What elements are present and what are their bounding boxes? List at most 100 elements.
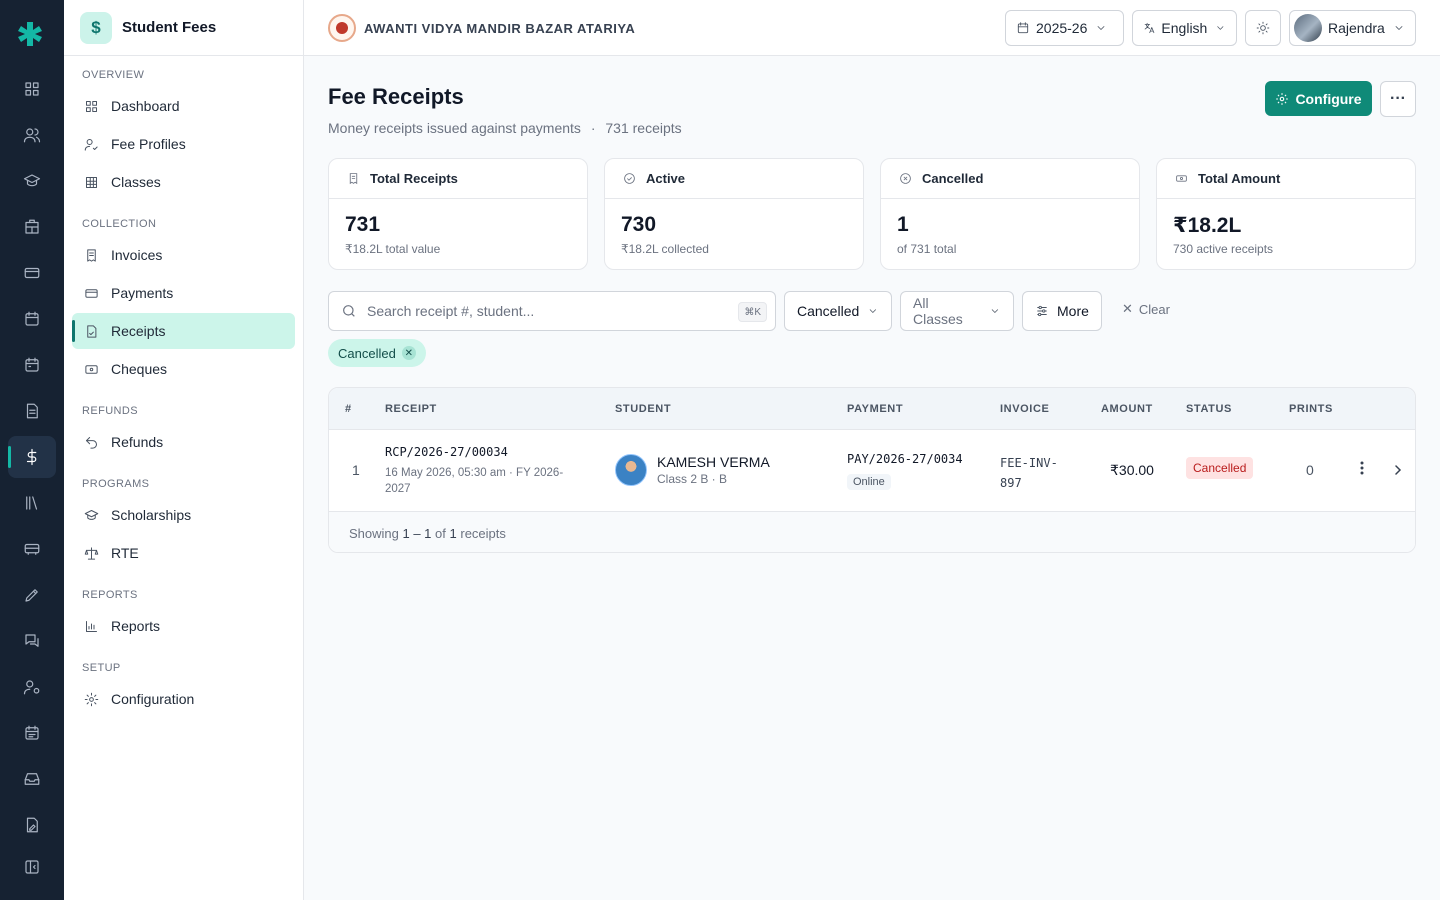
column-header-payment[interactable]: PAYMENT (847, 403, 903, 415)
section-overview: OVERVIEW (82, 69, 145, 81)
rail-graduation-icon[interactable] (8, 160, 56, 202)
sidebar-item-rte[interactable]: RTE (72, 535, 295, 571)
receipts-table: # RECEIPT STUDENT PAYMENT INVOICE AMOUNT… (328, 387, 1416, 553)
rail-fees-icon[interactable] (8, 436, 56, 478)
language-selector[interactable]: English (1132, 10, 1237, 46)
close-icon: ✕ (1122, 301, 1133, 316)
sidebar-item-classes[interactable]: Classes (72, 164, 295, 200)
sidebar-item-label: Refunds (111, 434, 164, 450)
sidebar-item-configuration[interactable]: Configuration (72, 681, 295, 717)
column-header-student[interactable]: STUDENT (615, 403, 671, 415)
rail-users-icon[interactable] (8, 114, 56, 156)
class-filter-value: All Classes (913, 295, 963, 327)
table-footer: Showing 1 – 1 of 1 receipts (329, 512, 1415, 552)
grid-icon (86, 176, 97, 188)
theme-toggle[interactable] (1245, 10, 1281, 46)
user-menu[interactable]: Rajendra (1289, 10, 1416, 46)
sidebar-item-refunds[interactable]: Refunds (72, 424, 295, 460)
chevron-down-icon (991, 309, 999, 314)
search-icon (343, 305, 355, 317)
sidebar-item-cheques[interactable]: Cheques (72, 351, 295, 387)
rail-calendar-2-icon[interactable] (8, 344, 56, 386)
class-filter[interactable]: All Classes (900, 291, 1014, 331)
sidebar-item-invoices[interactable]: Invoices (72, 237, 295, 273)
table-header: # RECEIPT STUDENT PAYMENT INVOICE AMOUNT… (329, 388, 1415, 430)
bar-chart-icon (86, 620, 97, 632)
invoice-line: FEE-INV- (1000, 456, 1058, 470)
rail-inbox-icon[interactable] (8, 758, 56, 800)
invoice-number[interactable]: FEE-INV- 897 (1000, 453, 1058, 493)
section-refunds: REFUNDS (82, 405, 138, 417)
clear-filters-button[interactable]: ✕ Clear (1122, 301, 1170, 317)
rail-user-settings-icon[interactable] (8, 666, 56, 708)
column-header-status[interactable]: STATUS (1186, 403, 1232, 415)
rail-calendar-icon[interactable] (8, 298, 56, 340)
dollar-icon: $ (80, 11, 112, 44)
sidebar-item-receipts[interactable]: Receipts (72, 313, 295, 349)
year-selector[interactable]: 2025-26 (1005, 10, 1124, 46)
status-filter[interactable]: Cancelled (784, 291, 892, 331)
stat-label: Cancelled (922, 171, 984, 186)
rail-card-icon[interactable] (8, 252, 56, 294)
rail-library-icon[interactable] (8, 482, 56, 524)
receipt-icon (349, 173, 358, 185)
stat-label: Total Receipts (370, 171, 458, 186)
rail-building-icon[interactable] (8, 206, 56, 248)
payment-number[interactable]: PAY/2026-27/0034 (847, 452, 963, 466)
chevron-right-icon[interactable] (1393, 463, 1403, 481)
row-actions-kebab-icon[interactable] (1359, 460, 1365, 481)
table-row[interactable]: 1 RCP/2026-27/00034 16 May 2026, 05:30 a… (329, 430, 1415, 512)
stat-note: ₹18.2L collected (621, 242, 709, 256)
banknote-icon (1176, 175, 1187, 182)
rail-messages-icon[interactable] (8, 620, 56, 662)
sidebar-item-label: Classes (111, 174, 161, 190)
rail-collapse-icon[interactable] (8, 846, 56, 888)
more-horizontal-icon: ··· (1390, 90, 1406, 107)
section-setup: SETUP (82, 662, 121, 674)
user-check-icon (84, 138, 98, 151)
student-cell[interactable]: KAMESH VERMA Class 2 B · B (615, 454, 770, 486)
sidebar-item-dashboard[interactable]: Dashboard (72, 88, 295, 124)
rail-document-icon[interactable] (8, 390, 56, 432)
sidebar-item-payments[interactable]: Payments (72, 275, 295, 311)
column-header-receipt[interactable]: RECEIPT (385, 403, 437, 415)
school-logo (328, 14, 356, 42)
rail-schedule-icon[interactable] (8, 712, 56, 754)
column-header-amount[interactable]: AMOUNT (1101, 403, 1153, 415)
footer-total: 1 (449, 525, 457, 541)
section-programs: PROGRAMS (82, 478, 150, 490)
sidebar-item-label: Reports (111, 618, 161, 634)
sidebar-title: Student Fees (122, 19, 217, 36)
receipt-count: 731 receipts (605, 120, 682, 136)
rail-pen-icon[interactable] (8, 574, 56, 616)
more-options-button[interactable]: ··· (1380, 81, 1416, 117)
chip-label: Cancelled (338, 345, 396, 361)
sidebar-item-label: Payments (111, 285, 174, 301)
rail-dashboard-icon[interactable] (8, 68, 56, 110)
receipt-meta-line: 2027 (385, 483, 411, 495)
sidebar-item-label: Configuration (111, 691, 195, 707)
language-label: English (1161, 20, 1208, 36)
prints-count: 0 (1306, 462, 1314, 478)
remove-filter-icon[interactable]: ✕ (401, 346, 416, 360)
sidebar-item-label: Invoices (111, 247, 163, 263)
search-input[interactable] (367, 303, 727, 319)
app-logo-icon[interactable] (16, 20, 44, 48)
column-header-invoice[interactable]: INVOICE (1000, 403, 1049, 415)
avatar (1294, 14, 1322, 42)
sidebar-item-label: Dashboard (111, 98, 180, 114)
chevron-down-icon (1097, 26, 1105, 30)
rail-file-edit-icon[interactable] (8, 804, 56, 846)
configure-button[interactable]: Configure (1265, 81, 1372, 116)
receipt-number[interactable]: RCP/2026-27/00034 (385, 445, 508, 459)
footer-of: of (435, 525, 446, 541)
sidebar-item-fee-profiles[interactable]: Fee Profiles (72, 126, 295, 162)
column-header-prints[interactable]: PRINTS (1289, 403, 1333, 415)
sidebar-item-label: Cheques (111, 361, 168, 377)
sidebar-item-reports[interactable]: Reports (72, 608, 295, 644)
more-filters-button[interactable]: More (1022, 291, 1102, 331)
stat-label: Total Amount (1198, 171, 1281, 186)
rail-bus-icon[interactable] (8, 528, 56, 570)
page-title: Fee Receipts (328, 84, 464, 109)
sidebar-item-scholarships[interactable]: Scholarships (72, 497, 295, 533)
